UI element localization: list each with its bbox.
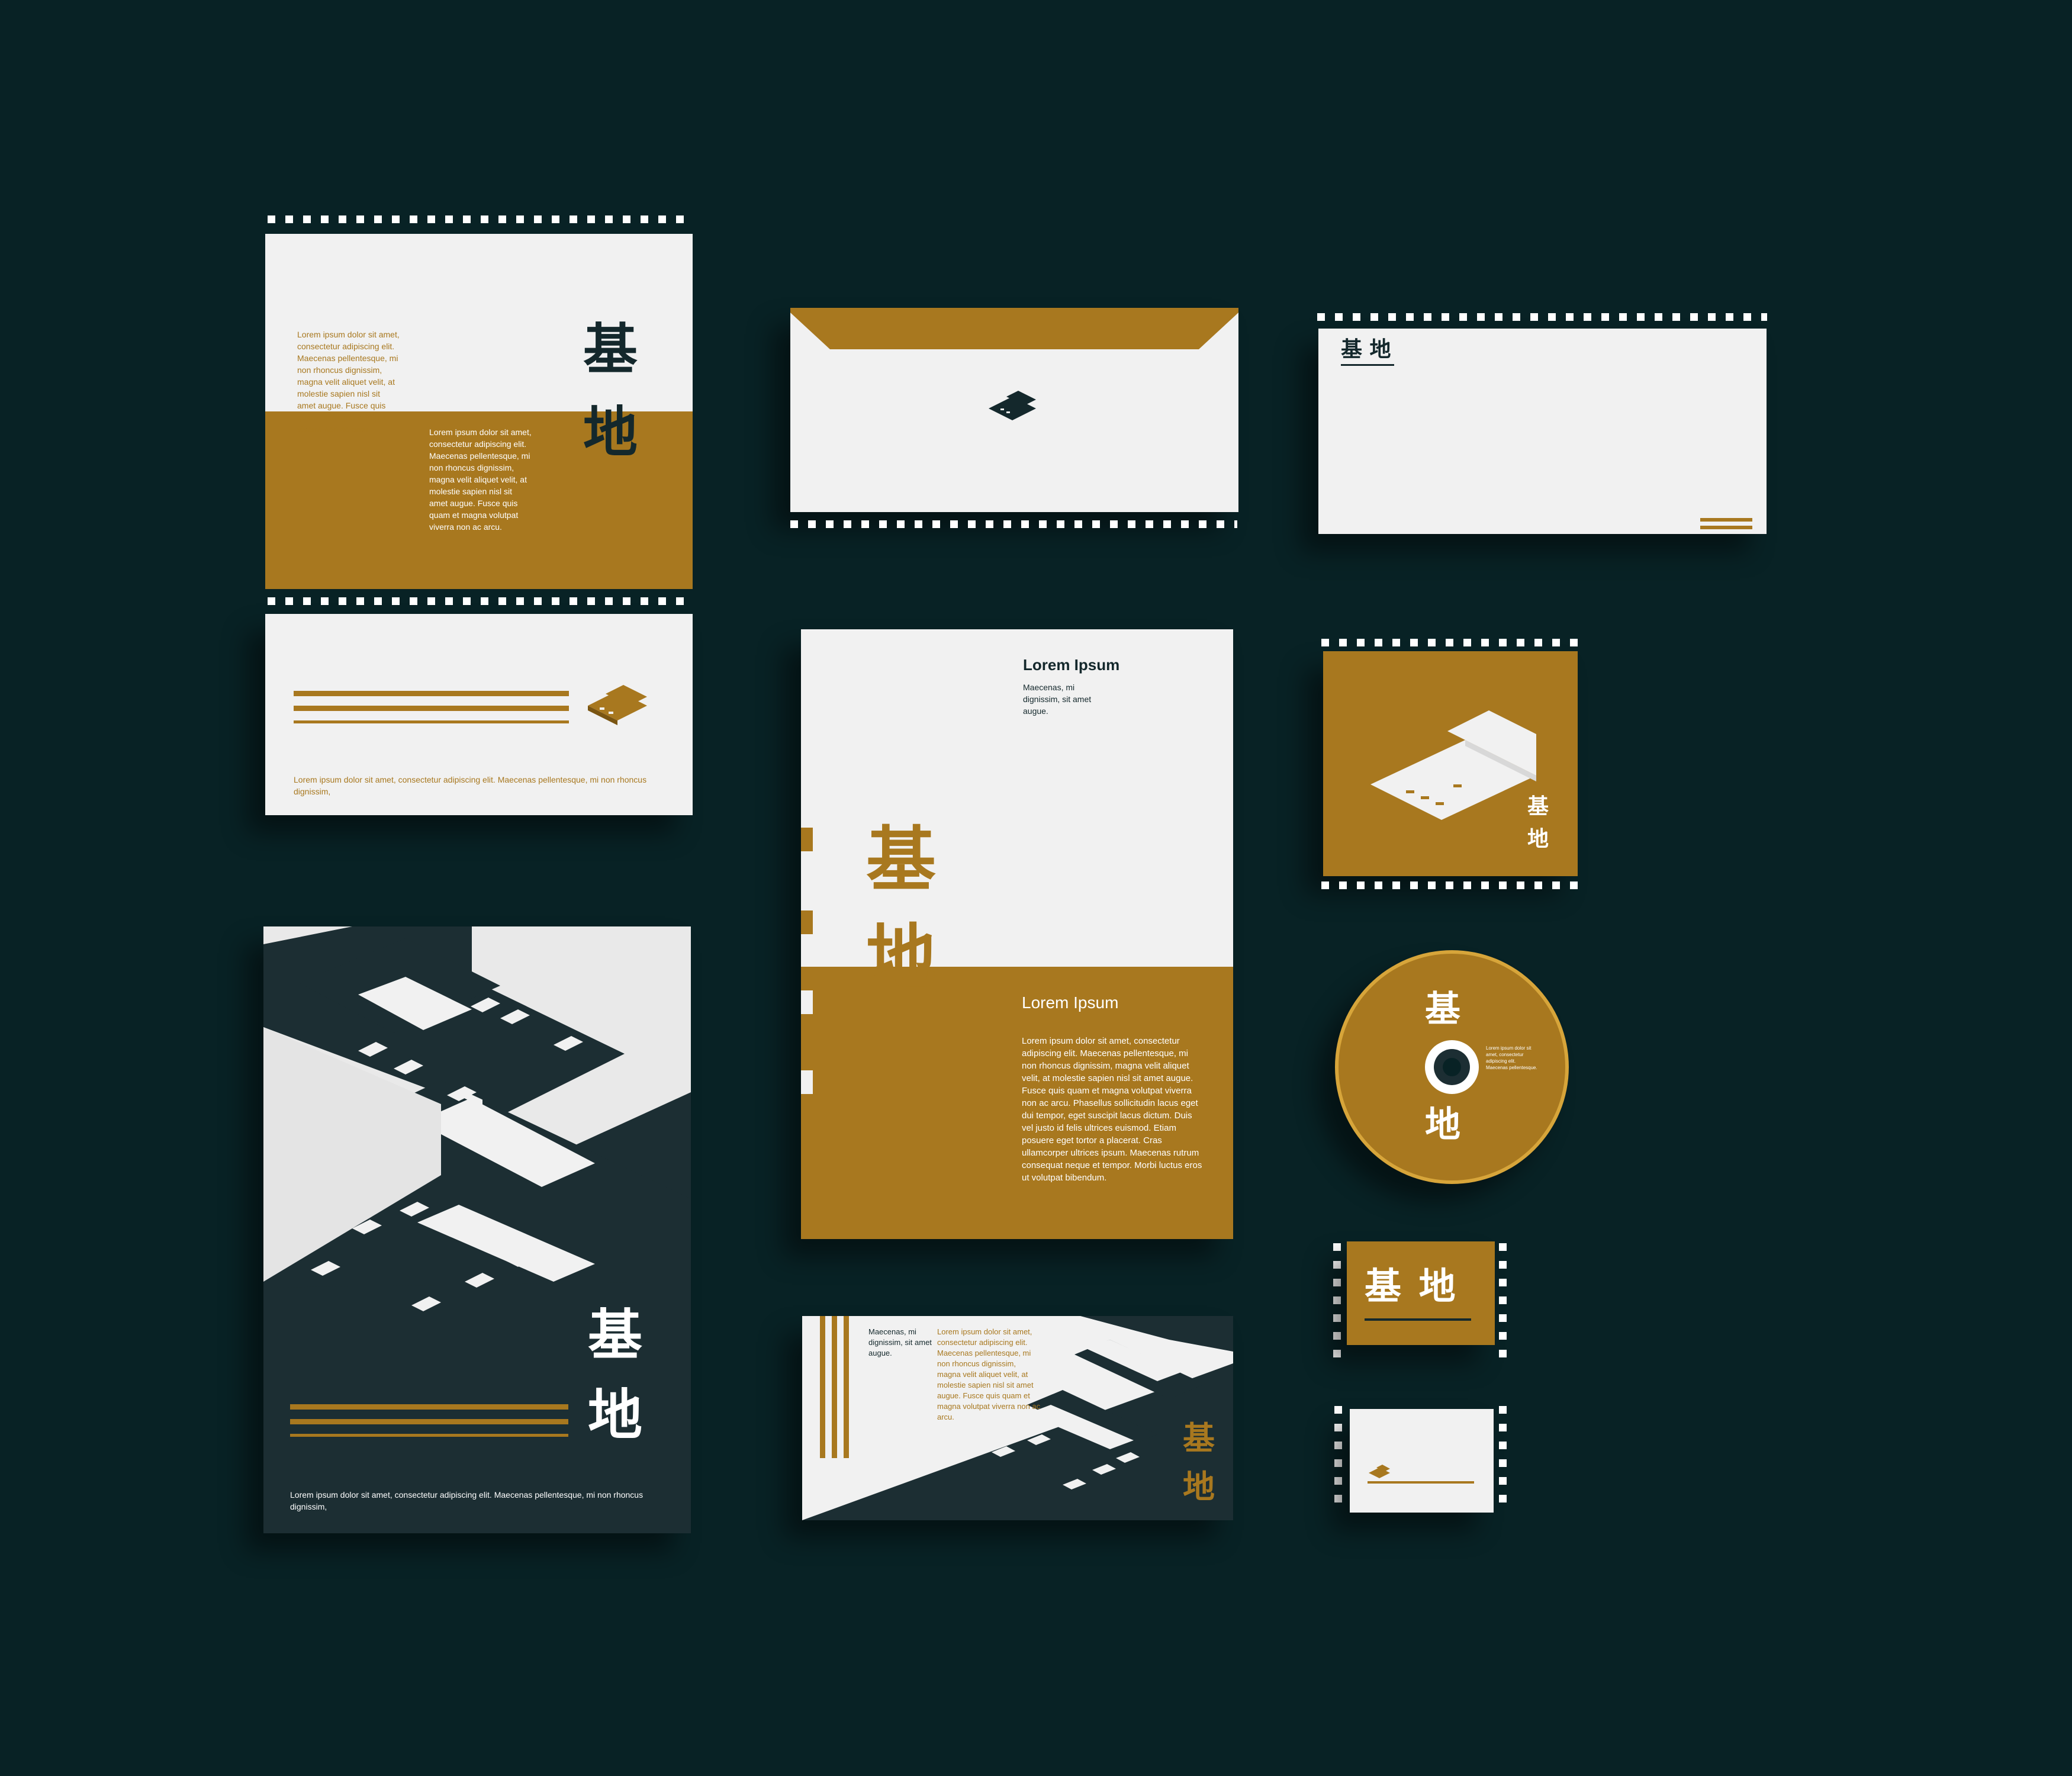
- business-card-white: [1329, 1406, 1510, 1518]
- card-body: Lorem ipsum dolor sit amet, consectetur …: [265, 614, 693, 815]
- flyer-left-text: Maecenas, mi dignissim, sit amet augue.: [868, 1327, 932, 1357]
- bc-gold-perforation-left: [1331, 1243, 1344, 1368]
- folder-logo-char-1: 基: [866, 819, 937, 900]
- folder-tab-3: [801, 990, 813, 1014]
- square-card-perforation-bottom: [1321, 879, 1579, 892]
- bc-gold-underline: [1365, 1318, 1471, 1321]
- folder-tab-2: [801, 910, 813, 934]
- brochure-logo-char-1: 基: [583, 318, 638, 381]
- brochure-column-1-text: Lorem ipsum dolor sit amet, consectetur …: [297, 330, 400, 434]
- poster: 基 地 Lorem ipsum dolor sit amet, consecte…: [263, 926, 691, 1533]
- folder-logo-char-2: 地: [866, 916, 937, 998]
- folder-heading-top: Lorem Ipsum: [1023, 656, 1120, 674]
- business-card-large: Lorem ipsum dolor sit amet, consectetur …: [260, 595, 696, 817]
- folder-body-text: Lorem ipsum dolor sit amet, consectetur …: [1022, 1036, 1202, 1183]
- card-perforation-top: [268, 595, 689, 608]
- folder: Lorem Ipsum Maecenas, mi dignissim, sit …: [801, 629, 1233, 1239]
- brochure-logo-char-2: 地: [583, 401, 638, 464]
- folder-tab-4: [801, 1070, 813, 1094]
- poster-rule-3: [290, 1434, 568, 1437]
- film-stair-icon: [588, 685, 647, 725]
- cd-logo-char-1: 基: [1425, 989, 1460, 1030]
- poster-logo-char-2: 地: [588, 1384, 643, 1447]
- flyer-gold-text: Lorem ipsum dolor sit amet, consectetur …: [937, 1327, 1041, 1421]
- square-card-logo-char-1: 基: [1527, 794, 1549, 819]
- folder-tab-1: [801, 828, 813, 851]
- flyer: Maecenas, mi dignissim, sit amet augue. …: [802, 1316, 1233, 1520]
- square-card-logo-char-2: 地: [1527, 827, 1549, 851]
- folder-heading-mid: Lorem Ipsum: [1022, 993, 1119, 1012]
- card-caption: Lorem ipsum dolor sit amet, consectetur …: [294, 775, 647, 796]
- card-rule-3: [294, 720, 569, 723]
- bc-gold-perforation-right: [1497, 1243, 1510, 1368]
- envelope-stair-icon: [989, 391, 1036, 420]
- dl-card: 基 地: [1317, 311, 1770, 536]
- dl-rule-1: [1700, 518, 1752, 522]
- bc-gold-body: 基 地: [1347, 1241, 1495, 1345]
- dl-logo-underline: [1341, 364, 1394, 366]
- flyer-stripe-1: [820, 1316, 825, 1458]
- envelope: [787, 308, 1240, 536]
- square-card-stair-icon: [1370, 710, 1536, 820]
- flyer-stripe-2: [832, 1316, 837, 1458]
- cd: 基 地 Lorem ipsum dolor sit amet, consecte…: [1335, 950, 1569, 1184]
- dl-logo: 基 地: [1341, 337, 1391, 362]
- bc-white-rule: [1368, 1481, 1474, 1484]
- square-card-body: 基 地: [1323, 651, 1578, 876]
- poster-rule-2: [290, 1419, 568, 1424]
- bc-white-stair-icon: [1369, 1465, 1390, 1478]
- business-card-gold: 基 地: [1329, 1237, 1510, 1373]
- cd-hole: [1443, 1058, 1461, 1076]
- brochure-perforation-top: [268, 213, 689, 226]
- poster-logo-char-1: 基: [588, 1304, 643, 1367]
- bc-white-perforation-right: [1497, 1406, 1510, 1513]
- bc-white-perforation-left: [1332, 1406, 1345, 1513]
- dl-perforation: [1317, 311, 1767, 324]
- folder-subtext-top: Maecenas, mi dignissim, sit amet augue.: [1023, 683, 1092, 716]
- poster-rule-1: [290, 1404, 568, 1410]
- envelope-flap: [790, 308, 1238, 349]
- flyer-logo-char-1: 基: [1183, 1420, 1215, 1457]
- flyer-logo-char-2: 地: [1183, 1468, 1215, 1505]
- bc-white-body: [1350, 1409, 1494, 1513]
- card-rule-1: [294, 691, 569, 696]
- bc-gold-logo: 基 地: [1365, 1265, 1458, 1308]
- brochure-column-2-text: Lorem ipsum dolor sit amet, consectetur …: [429, 427, 532, 532]
- flyer-stripe-3: [844, 1316, 849, 1458]
- poster-caption: Lorem ipsum dolor sit amet, consectetur …: [290, 1490, 644, 1511]
- brochure: Lorem ipsum dolor sit amet, consectetur …: [260, 207, 696, 592]
- envelope-perforation: [790, 518, 1237, 531]
- cd-logo-char-2: 地: [1425, 1104, 1460, 1146]
- square-card-perforation-top: [1321, 636, 1579, 649]
- dl-rule-2: [1700, 526, 1752, 529]
- card-rule-2: [294, 706, 569, 711]
- square-card: 基 地: [1320, 636, 1584, 897]
- cd-text: Lorem ipsum dolor sit amet, consectetur …: [1486, 1045, 1537, 1070]
- dl-body: 基 地: [1318, 329, 1767, 534]
